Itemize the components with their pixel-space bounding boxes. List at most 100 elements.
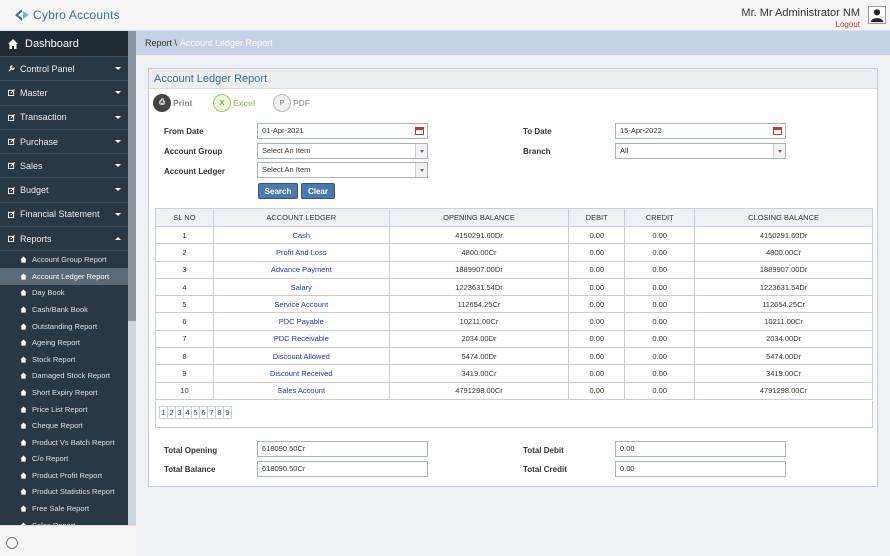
sidebar-subitem-report[interactable]: Product Statistics Report	[0, 484, 128, 501]
column-header[interactable]: ACCOUNT LEDGER	[212, 208, 390, 227]
page-link[interactable]: 9	[223, 406, 232, 419]
column-header[interactable]: OPENING BALANCE	[388, 208, 570, 227]
sidebar-item-financial-statement[interactable]: Financial Statement	[0, 203, 128, 228]
ledger-link[interactable]: Sales Account	[212, 381, 390, 400]
table-cell: 112654.25Cr	[694, 295, 873, 314]
total-debit-label: Total Debit	[523, 446, 564, 455]
pdf-button[interactable]: P PDF	[273, 94, 310, 112]
sidebar-subitem-report[interactable]: Account Ledger Report	[0, 267, 128, 285]
logout-link[interactable]: Logout	[741, 20, 860, 29]
table-cell: 4791298.00Cr	[694, 381, 873, 400]
breadcrumb-parent[interactable]: Report \	[145, 38, 177, 48]
print-button[interactable]: ⎙ Print	[153, 94, 192, 112]
ledger-link[interactable]: Discount Received	[212, 364, 390, 383]
sidebar-item-dashboard[interactable]: Dashboard	[0, 31, 136, 57]
sidebar-subitem-report[interactable]: Sales Report	[0, 517, 128, 525]
account-ledger-select[interactable]: Select An Item	[257, 162, 428, 178]
table-cell: 3419.00Cr	[694, 364, 873, 383]
table-cell: 0.00	[624, 295, 696, 314]
sidebar-item-label: Control Panel	[20, 63, 75, 74]
ledger-link[interactable]: Service Account	[212, 295, 390, 314]
home-icon	[8, 38, 18, 49]
account-group-select[interactable]: Select An Item	[257, 143, 428, 159]
search-button[interactable]: Search	[258, 183, 298, 199]
calendar-icon[interactable]	[415, 127, 424, 135]
ledger-link[interactable]: Advance Payment	[212, 260, 390, 279]
table-row: 6 PDC Payable 10211.00Cr 0.00 0.00 10211.00Cr	[155, 312, 873, 331]
collapse-sidebar-icon[interactable]	[6, 537, 18, 549]
app-logo[interactable]: Cybro Accounts	[14, 8, 120, 22]
wrench-icon	[8, 65, 15, 72]
table-cell: 10211.00Cr	[388, 312, 570, 331]
sidebar-subitem-report[interactable]: C/o Report	[0, 451, 128, 468]
table-cell: 2034.00Dr	[388, 329, 570, 349]
table-row: 7 PDC Receivable 2034.00Dr 0.00 0.00 2034.00D…	[155, 329, 873, 349]
home-icon	[20, 372, 27, 379]
account-ledger-label: Account Ledger	[164, 167, 225, 176]
home-icon	[20, 505, 27, 512]
column-header[interactable]: SL NO	[155, 208, 214, 227]
sidebar-subitem-report[interactable]: Cash/Bank Book	[0, 301, 128, 318]
sidebar-subitem-report[interactable]: Damaged Stock Report	[0, 368, 128, 385]
sidebar-subitem-report[interactable]: Free Sale Report	[0, 500, 128, 517]
total-credit-field: 0.00	[615, 461, 786, 477]
ledger-link[interactable]: Discount Allowed	[212, 347, 390, 366]
branch-select[interactable]: All	[615, 143, 786, 159]
chevron-down-icon[interactable]	[415, 144, 427, 158]
chevron-down-icon[interactable]	[415, 163, 427, 177]
table-cell: 0.00	[624, 225, 696, 245]
sidebar-item-master[interactable]: Master	[0, 81, 128, 106]
column-header[interactable]: CREDIT	[624, 208, 696, 227]
sidebar-subitem-report[interactable]: Outstanding Report	[0, 318, 128, 335]
column-header[interactable]: DEBIT	[568, 208, 626, 227]
from-date-input[interactable]: 01-Apr-2021	[257, 123, 428, 139]
ledger-link[interactable]: PDC Payable	[212, 312, 390, 331]
column-header[interactable]: CLOSING BALANCE	[694, 208, 873, 227]
panel-title: Account Ledger Report	[149, 69, 877, 89]
ledger-link[interactable]: Profit And Loss	[212, 243, 390, 262]
sidebar-item-sales[interactable]: Sales	[0, 154, 128, 179]
from-date-label: From Date	[164, 127, 204, 136]
calendar-icon[interactable]	[773, 127, 782, 135]
home-icon	[20, 306, 27, 313]
to-date-label: To Date	[523, 127, 552, 136]
edit-icon	[8, 162, 15, 170]
edit-icon	[8, 210, 15, 218]
chevron-down-icon	[115, 67, 121, 70]
scrollbar-thumb[interactable]	[128, 31, 136, 321]
sidebar-item-transaction[interactable]: Transaction	[0, 106, 128, 130]
sidebar-subitem-report[interactable]: Short Expiry Report	[0, 384, 128, 401]
to-date-input[interactable]: 15-Apr-2022	[615, 123, 786, 139]
sidebar-subitem-label: Short Expiry Report	[32, 387, 98, 397]
breadcrumb-current: Account Ledger Report	[180, 38, 273, 48]
edit-icon	[8, 138, 15, 146]
sidebar-subitem-report[interactable]: Price List Report	[0, 401, 128, 418]
sidebar-subitem-report[interactable]: Stock Report	[0, 351, 128, 368]
excel-button[interactable]: X Excel	[213, 94, 255, 112]
sidebar-item-purchase[interactable]: Purchase	[0, 130, 128, 155]
sidebar-subitem-report[interactable]: Day Book	[0, 285, 128, 302]
sidebar-subitem-report[interactable]: Cheque Report	[0, 417, 128, 434]
ledger-table: SL NO ACCOUNT LEDGER OPENING BALANCE DEBIT C…	[155, 208, 873, 400]
sidebar-item-budget[interactable]: Budget	[0, 178, 128, 203]
ledger-link[interactable]: Cash	[212, 225, 390, 245]
sidebar-item-label: Budget	[20, 185, 49, 196]
sidebar-item-reports[interactable]: Reports	[0, 227, 128, 252]
ledger-link[interactable]: PDC Receivable	[212, 329, 390, 349]
sidebar-subitem-report[interactable]: Account Group Report	[0, 251, 128, 268]
clear-button[interactable]: Clear	[301, 183, 335, 199]
home-icon	[20, 322, 27, 330]
sidebar-subitem-report[interactable]: Product Profit Report	[0, 467, 128, 484]
sidebar-subitem-report[interactable]: Ageing Report	[0, 334, 128, 351]
sidebar-subitem-report[interactable]: Product Vs Batch Report	[0, 434, 128, 451]
ledger-link[interactable]: Salary	[212, 277, 390, 297]
sidebar-scrollbar[interactable]	[128, 31, 136, 525]
sidebar-item-control-panel[interactable]: Control Panel	[0, 57, 128, 82]
table-cell: 9	[155, 364, 214, 383]
chevron-down-icon[interactable]	[773, 144, 785, 158]
table-cell: 0.00	[624, 329, 696, 349]
table-cell: 5	[155, 295, 214, 314]
table-row: 1 Cash 4150291.60Dr 0.00 0.00 4150291.60Dr	[155, 225, 873, 245]
avatar[interactable]	[868, 6, 886, 24]
table-row: 9 Discount Received 3419.00Cr 0.00 0.00 3419.…	[155, 364, 873, 383]
